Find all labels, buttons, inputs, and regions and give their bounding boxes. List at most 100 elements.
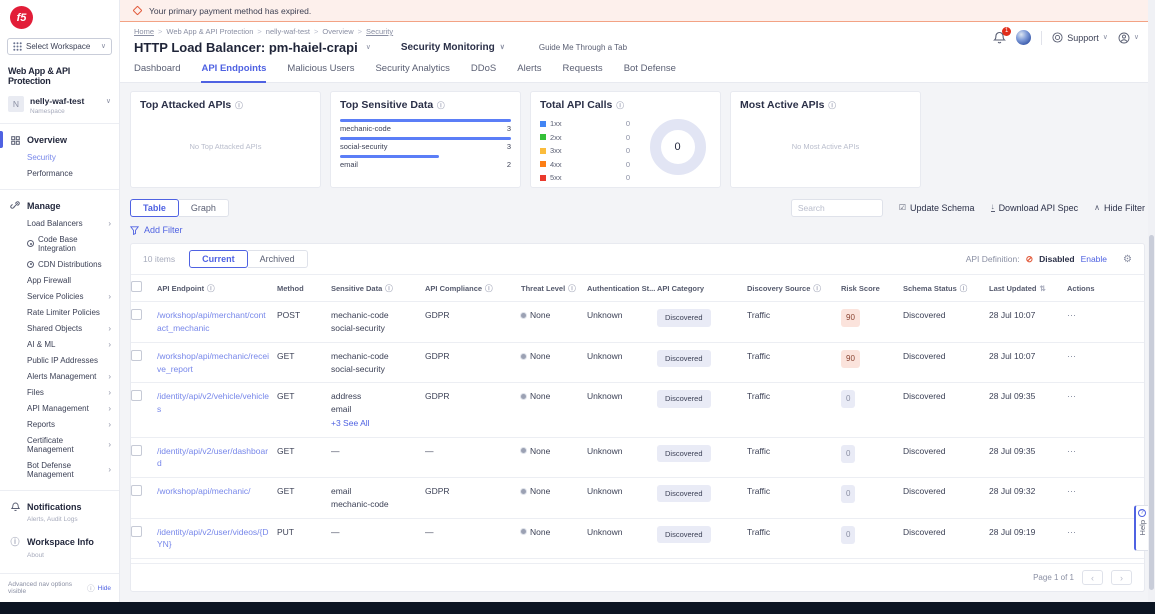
sidebar-item-reports[interactable]: Reports›: [0, 416, 119, 432]
workspace-selector[interactable]: Select Workspace ∨: [7, 38, 112, 55]
hide-filter-button[interactable]: ∧ Hide Filter: [1094, 203, 1145, 213]
tab-malicious-users[interactable]: Malicious Users: [287, 63, 354, 82]
monitoring-select[interactable]: Security Monitoring ∨: [401, 42, 505, 53]
breadcrumb-item[interactable]: Web App & API Protection: [166, 27, 253, 36]
row-checkbox[interactable]: [131, 526, 142, 537]
column-header-last-updated[interactable]: Last Updated⇅: [989, 284, 1067, 293]
search-input[interactable]: [791, 199, 883, 217]
tab-api-endpoints[interactable]: API Endpoints: [201, 63, 266, 83]
help-tab[interactable]: ? Help: [1134, 505, 1148, 551]
api-endpoint-link[interactable]: /identity/api/v2/user/dashboard: [157, 446, 268, 469]
info-icon[interactable]: ⓘ: [616, 100, 624, 111]
sidebar-group-workspace-info[interactable]: ⓘ Workspace Info: [0, 530, 119, 552]
chevron-down-icon[interactable]: ∨: [366, 44, 371, 51]
column-header-api-endpoint[interactable]: API Endpointⓘ: [157, 283, 277, 294]
breadcrumb-item[interactable]: Security: [366, 27, 393, 36]
info-icon[interactable]: ⓘ: [437, 100, 445, 111]
tab-alerts[interactable]: Alerts: [517, 63, 541, 82]
column-header-threat-level[interactable]: Threat Levelⓘ: [521, 283, 587, 294]
column-header-actions[interactable]: Actions: [1067, 284, 1111, 293]
sidebar-group-manage[interactable]: Manage: [0, 196, 119, 215]
scrollbar-thumb[interactable]: [1149, 235, 1154, 590]
graph-view-button[interactable]: Graph: [179, 199, 229, 217]
notifications-button[interactable]: 1: [993, 31, 1006, 45]
sidebar-item-security[interactable]: Security: [0, 149, 119, 165]
tab-requests[interactable]: Requests: [563, 63, 603, 82]
api-endpoint-link[interactable]: /workshop/api/mechanic/: [157, 486, 251, 496]
column-header-risk-score[interactable]: Risk Score: [841, 284, 903, 293]
namespace-selector[interactable]: N nelly-waf-test Namespace ∨: [8, 96, 111, 115]
row-actions-button[interactable]: ⋯: [1067, 486, 1077, 496]
enable-link[interactable]: Enable: [1081, 254, 1107, 264]
sidebar-item-service-policies[interactable]: Service Policies›: [0, 288, 119, 304]
tab-dashboard[interactable]: Dashboard: [134, 63, 180, 82]
info-icon[interactable]: ⓘ: [813, 283, 821, 294]
next-page-button[interactable]: ›: [1111, 570, 1132, 585]
prev-page-button[interactable]: ‹: [1082, 570, 1103, 585]
sidebar-item-shared-objects[interactable]: Shared Objects›: [0, 320, 119, 336]
column-header-api-compliance[interactable]: API Complianceⓘ: [425, 283, 521, 294]
row-checkbox[interactable]: [131, 309, 142, 320]
sidebar-item-api-management[interactable]: API Management›: [0, 400, 119, 416]
sort-icon[interactable]: ⇅: [1040, 284, 1046, 293]
sidebar-item-cdn-distributions[interactable]: CDN Distributions: [0, 256, 119, 272]
see-all-link[interactable]: +3 See All: [331, 417, 417, 430]
info-icon[interactable]: ⓘ: [568, 283, 576, 294]
api-endpoint-link[interactable]: /identity/api/v2/user/videos/{DYN}: [157, 527, 269, 550]
api-endpoint-link[interactable]: /identity/api/v2/vehicle/vehicles: [157, 391, 269, 414]
row-actions-button[interactable]: ⋯: [1067, 527, 1077, 537]
row-checkbox[interactable]: [131, 390, 142, 401]
update-schema-button[interactable]: ☑ Update Schema: [899, 203, 975, 213]
tab-bot-defense[interactable]: Bot Defense: [624, 63, 676, 82]
column-header-schema-status[interactable]: Schema Statusⓘ: [903, 283, 989, 294]
row-actions-button[interactable]: ⋯: [1067, 391, 1077, 401]
sidebar-item-alerts-management[interactable]: Alerts Management›: [0, 368, 119, 384]
archived-tab[interactable]: Archived: [248, 250, 308, 268]
hide-nav-link[interactable]: Hide: [98, 585, 111, 592]
row-checkbox[interactable]: [131, 485, 142, 496]
sidebar-item-rate-limiter-policies[interactable]: Rate Limiter Policies: [0, 304, 119, 320]
sidebar-item-files[interactable]: Files›: [0, 384, 119, 400]
info-icon[interactable]: ⓘ: [485, 283, 493, 294]
sidebar-group-notifications[interactable]: Notifications: [0, 497, 119, 516]
sidebar-item-app-firewall[interactable]: App Firewall: [0, 272, 119, 288]
sidebar-item-performance[interactable]: Performance: [0, 165, 119, 181]
tab-ddos[interactable]: DDoS: [471, 63, 496, 82]
environment-avatar[interactable]: [1016, 30, 1031, 45]
breadcrumb-item[interactable]: Overview: [322, 27, 353, 36]
page-scrollbar[interactable]: [1148, 0, 1155, 602]
row-checkbox[interactable]: [131, 350, 142, 361]
column-header-sensitive-data[interactable]: Sensitive Dataⓘ: [331, 283, 425, 294]
api-endpoint-link[interactable]: /workshop/api/merchant/contact_mechanic: [157, 310, 266, 333]
row-actions-button[interactable]: ⋯: [1067, 446, 1077, 456]
column-header-discovery-source[interactable]: Discovery Sourceⓘ: [747, 283, 841, 294]
current-tab[interactable]: Current: [189, 250, 248, 268]
sidebar-item-load-balancers[interactable]: Load Balancers›: [0, 215, 119, 231]
row-actions-button[interactable]: ⋯: [1067, 310, 1077, 320]
breadcrumb-item[interactable]: nelly-waf-test: [266, 27, 310, 36]
gear-icon[interactable]: ⚙: [1123, 254, 1132, 265]
sidebar-item-public-ip-addresses[interactable]: Public IP Addresses: [0, 352, 119, 368]
row-checkbox[interactable]: [131, 445, 142, 456]
row-actions-button[interactable]: ⋯: [1067, 351, 1077, 361]
breadcrumb-item[interactable]: Home: [134, 27, 154, 36]
info-icon[interactable]: ⓘ: [207, 283, 215, 294]
api-endpoint-link[interactable]: /workshop/api/mechanic/receive_report: [157, 351, 269, 374]
account-menu[interactable]: ∨: [1118, 32, 1139, 44]
select-all-checkbox[interactable]: [131, 281, 142, 292]
column-header-method[interactable]: Method: [277, 284, 331, 293]
sidebar-item-certificate-management[interactable]: Certificate Management›: [0, 432, 119, 457]
column-header-authentication-st-[interactable]: Authentication St...: [587, 284, 657, 293]
f5-logo[interactable]: f5: [10, 6, 33, 29]
info-icon[interactable]: ⓘ: [960, 283, 968, 294]
sidebar-group-overview[interactable]: Overview: [0, 130, 119, 149]
add-filter-button[interactable]: Add Filter: [130, 225, 1145, 235]
table-view-button[interactable]: Table: [130, 199, 179, 217]
download-api-spec-button[interactable]: ↓ Download API Spec: [991, 203, 1079, 213]
sidebar-item-code-base-integration[interactable]: Code Base Integration: [0, 231, 119, 256]
column-header-api-category[interactable]: API Category: [657, 284, 747, 293]
sidebar-item-ai-ml[interactable]: AI & ML›: [0, 336, 119, 352]
info-icon[interactable]: ⓘ: [385, 283, 393, 294]
support-menu[interactable]: Support ∨: [1052, 32, 1108, 43]
tab-security-analytics[interactable]: Security Analytics: [375, 63, 449, 82]
